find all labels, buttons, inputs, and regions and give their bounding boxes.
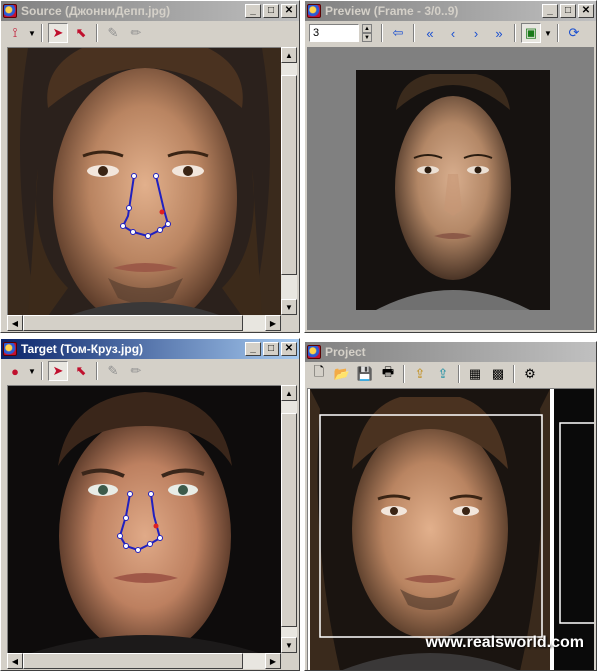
target-vscrollbar[interactable]: ▲ ▼ (281, 385, 297, 653)
close-button[interactable]: ✕ (578, 4, 594, 18)
dropdown-arrow-icon[interactable]: ▼ (28, 29, 36, 38)
open-folder-icon[interactable]: 📂 (332, 364, 352, 384)
source-face-image (8, 48, 281, 315)
preview-canvas (307, 47, 594, 330)
pencil-icon[interactable]: ✏ (126, 23, 146, 43)
project-source-thumbnail[interactable] (310, 389, 550, 670)
import-source-icon[interactable]: ⇪ (410, 364, 430, 384)
next-frame-icon[interactable]: › (466, 23, 486, 43)
import-target-icon[interactable]: ⇪ (433, 364, 453, 384)
close-button[interactable]: ✕ (281, 4, 297, 18)
target-titlebar[interactable]: Target (Том-Круз.jpg) _ □ ✕ (1, 339, 299, 359)
pen-icon[interactable]: ✎ (103, 23, 123, 43)
source-window: Source (ДжонниДепп.jpg) _ □ ✕ ⟟ ▼ ➤ ⬉ ✎ … (0, 0, 300, 333)
project-titlebar[interactable]: Project (305, 342, 596, 362)
scroll-up-icon[interactable]: ▲ (281, 385, 297, 401)
scroll-right-icon[interactable]: ▶ (265, 315, 281, 331)
select-points-icon[interactable]: ⬉ (71, 361, 91, 381)
print-icon[interactable]: 🖶 (378, 364, 398, 384)
spin-up-icon[interactable]: ▲ (362, 24, 372, 33)
toolbar-separator (381, 24, 383, 42)
save-icon[interactable]: 💾 (355, 364, 375, 384)
toolbar-separator (413, 24, 415, 42)
dropdown-arrow-icon[interactable]: ▼ (28, 367, 36, 376)
pen-icon[interactable]: ✎ (103, 361, 123, 381)
prev-frame-icon[interactable]: ‹ (443, 23, 463, 43)
preview-morph-image (356, 70, 550, 310)
app-icon (307, 4, 321, 18)
scroll-thumb[interactable] (281, 413, 297, 627)
scroll-right-icon[interactable]: ▶ (265, 653, 281, 669)
target-toolbar: ● ▼ ➤ ⬉ ✎ ✏ (1, 359, 299, 383)
app-icon (3, 4, 17, 18)
app-icon (3, 342, 17, 356)
export-video-icon[interactable]: ▩ (488, 364, 508, 384)
minimize-button[interactable]: _ (245, 4, 261, 18)
toolbar-separator (41, 362, 43, 380)
frame-spinner[interactable]: ▲ ▼ (362, 24, 372, 42)
source-titlebar[interactable]: Source (ДжонниДепп.jpg) _ □ ✕ (1, 1, 299, 21)
scroll-thumb[interactable] (23, 653, 243, 669)
restore-button[interactable]: □ (263, 342, 279, 356)
minimize-button[interactable]: _ (542, 4, 558, 18)
back-icon[interactable]: ⇦ (388, 23, 408, 43)
source-title: Source (ДжонниДепп.jpg) (21, 4, 171, 18)
select-arrow-icon[interactable]: ➤ (48, 23, 68, 43)
scroll-left-icon[interactable]: ◀ (7, 315, 23, 331)
first-frame-icon[interactable]: « (420, 23, 440, 43)
source-vscrollbar[interactable]: ▲ ▼ (281, 47, 297, 315)
restore-button[interactable]: □ (263, 4, 279, 18)
toolbar-separator (403, 365, 405, 383)
target-face-image (8, 386, 281, 653)
scroll-down-icon[interactable]: ▼ (281, 299, 297, 315)
project-target-thumbnail[interactable] (554, 389, 594, 670)
scroll-thumb[interactable] (281, 75, 297, 275)
target-canvas[interactable] (7, 385, 281, 653)
curve-tool-icon[interactable]: ⟟ (5, 23, 25, 43)
project-title: Project (325, 345, 366, 359)
project-canvas: www.realsworld.com (307, 388, 594, 670)
export-image-icon[interactable]: ▦ (465, 364, 485, 384)
settings-icon[interactable]: ⚙ (520, 364, 540, 384)
preview-window: Preview (Frame - 3/0..9) _ □ ✕ ▲ ▼ ⇦ « ‹… (304, 0, 597, 333)
refresh-icon[interactable]: ⟳ (564, 23, 584, 43)
preview-title: Preview (Frame - 3/0..9) (325, 4, 459, 18)
dropdown-arrow-icon[interactable]: ▼ (544, 29, 552, 38)
scroll-thumb[interactable] (23, 315, 243, 331)
toolbar-separator (96, 24, 98, 42)
scroll-left-icon[interactable]: ◀ (7, 653, 23, 669)
minimize-button[interactable]: _ (245, 342, 261, 356)
select-points-icon[interactable]: ⬉ (71, 23, 91, 43)
toolbar-separator (513, 365, 515, 383)
project-window: Project 🗋 📂 💾 🖶 ⇪ ⇪ ▦ ▩ ⚙ www.realsworld… (304, 341, 597, 671)
select-arrow-icon[interactable]: ➤ (48, 361, 68, 381)
toolbar-separator (41, 24, 43, 42)
toolbar-separator (96, 362, 98, 380)
toolbar-separator (557, 24, 559, 42)
frame-number-input[interactable] (309, 24, 359, 42)
scroll-up-icon[interactable]: ▲ (281, 47, 297, 63)
restore-button[interactable]: □ (560, 4, 576, 18)
target-hscrollbar[interactable]: ◀ ▶ (7, 653, 281, 669)
last-frame-icon[interactable]: » (489, 23, 509, 43)
target-title: Target (Том-Круз.jpg) (21, 342, 144, 356)
spin-down-icon[interactable]: ▼ (362, 33, 372, 42)
source-toolbar: ⟟ ▼ ➤ ⬉ ✎ ✏ (1, 21, 299, 45)
point-tool-icon[interactable]: ● (5, 361, 25, 381)
toolbar-separator (514, 24, 516, 42)
project-toolbar: 🗋 📂 💾 🖶 ⇪ ⇪ ▦ ▩ ⚙ (305, 362, 596, 386)
source-canvas[interactable] (7, 47, 281, 315)
target-window: Target (Том-Круз.jpg) _ □ ✕ ● ▼ ➤ ⬉ ✎ ✏ (0, 338, 300, 671)
view-mode-icon[interactable]: ▣ (521, 23, 541, 43)
preview-toolbar: ▲ ▼ ⇦ « ‹ › » ▣ ▼ ⟳ (305, 21, 596, 45)
watermark-text: www.realsworld.com (425, 634, 584, 651)
preview-titlebar[interactable]: Preview (Frame - 3/0..9) _ □ ✕ (305, 1, 596, 21)
new-file-icon[interactable]: 🗋 (309, 364, 329, 384)
source-hscrollbar[interactable]: ◀ ▶ (7, 315, 281, 331)
pencil-icon[interactable]: ✏ (126, 361, 146, 381)
close-button[interactable]: ✕ (281, 342, 297, 356)
scroll-down-icon[interactable]: ▼ (281, 637, 297, 653)
toolbar-separator (458, 365, 460, 383)
app-icon (307, 345, 321, 359)
